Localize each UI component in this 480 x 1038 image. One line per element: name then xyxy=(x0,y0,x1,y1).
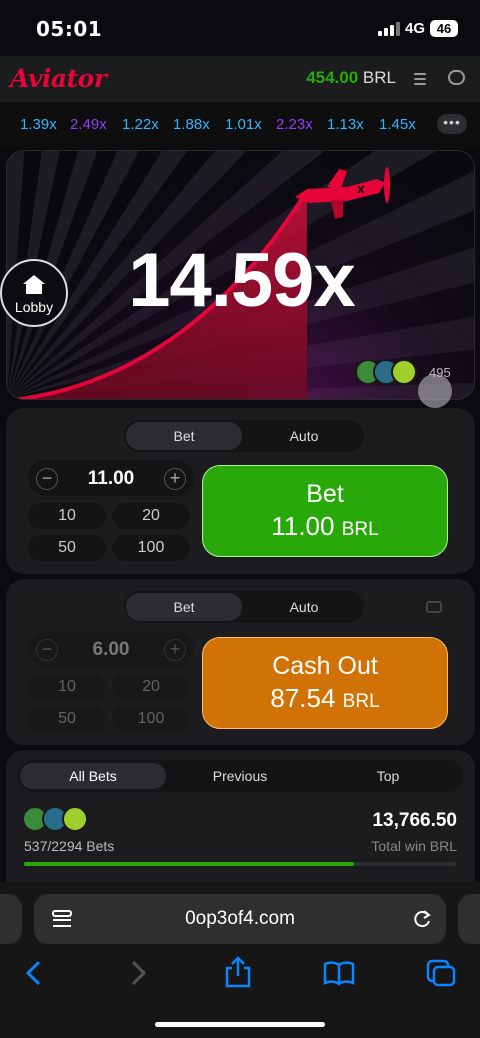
address-bar[interactable]: 0op3of4.com xyxy=(34,894,446,944)
total-win-label: Total win BRL xyxy=(371,838,457,854)
balance-amount: 454.00 xyxy=(306,68,359,87)
tab-auto[interactable]: Auto xyxy=(246,593,362,621)
tab-auto[interactable]: Auto xyxy=(246,422,362,450)
tab-bet[interactable]: Bet xyxy=(126,422,242,450)
share-icon[interactable] xyxy=(224,956,252,988)
multiplier-history: 1.39x 2.49x 1.22x 1.88x 1.01x 2.23x 1.13… xyxy=(0,102,480,148)
bettor-avatars xyxy=(22,806,88,834)
bets-tabs: All Bets Previous Top xyxy=(18,760,464,792)
network-label: 4G xyxy=(405,20,426,37)
svg-text:X: X xyxy=(357,185,365,196)
total-win: 13,766.50 xyxy=(372,810,457,831)
cash-out-currency: BRL xyxy=(342,691,380,712)
quick-amount-button[interactable]: 50 xyxy=(28,706,106,732)
bet-amount-stepper: − 6.00 + xyxy=(28,631,194,667)
app-header: Aviator 454.00 BRL xyxy=(0,56,480,102)
home-indicator xyxy=(155,1022,325,1027)
bet-amount-stepper: − 11.00 + xyxy=(28,460,194,496)
menu-icon[interactable] xyxy=(414,73,426,85)
quick-amount-button[interactable]: 10 xyxy=(28,503,106,529)
tab-all-bets[interactable]: All Bets xyxy=(20,763,166,789)
decrement-button[interactable]: − xyxy=(36,639,58,661)
bet-button-currency: BRL xyxy=(341,519,379,540)
panel-options-icon[interactable] xyxy=(426,601,442,613)
chat-icon[interactable] xyxy=(448,70,465,85)
quick-amount-button[interactable]: 50 xyxy=(28,535,106,561)
forward-icon[interactable] xyxy=(128,960,148,986)
cash-out-label: Cash Out xyxy=(272,652,378,680)
bet-panel-1: Bet Auto − 11.00 + 10 20 50 100 Bet 11.0… xyxy=(6,408,475,574)
history-multiplier: 1.39x xyxy=(20,116,57,133)
quick-amount-button[interactable]: 100 xyxy=(112,535,190,561)
home-icon xyxy=(23,275,45,294)
decrement-button[interactable]: − xyxy=(36,468,58,490)
player-avatars xyxy=(355,359,417,387)
status-time: 05:01 xyxy=(36,17,103,41)
history-multiplier: 2.49x xyxy=(70,116,107,133)
history-multiplier: 1.13x xyxy=(327,116,364,133)
bets-list: All Bets Previous Top 537/2294 Bets 13,7… xyxy=(6,750,475,890)
tab-bet[interactable]: Bet xyxy=(126,593,242,621)
bet-panel-2: Bet Auto − 6.00 + 10 20 50 100 Cash Out … xyxy=(6,579,475,745)
bets-count-label: Bets xyxy=(86,838,115,854)
quick-amount-button[interactable]: 100 xyxy=(112,706,190,732)
cash-out-amount: 87.54 xyxy=(270,683,336,713)
aviator-logo: Aviator xyxy=(10,64,107,93)
history-multiplier: 1.45x xyxy=(379,116,416,133)
current-multiplier: 14.59x xyxy=(128,238,355,323)
quick-amount-button[interactable]: 10 xyxy=(28,674,106,700)
tab-previous[interactable]: Previous xyxy=(166,763,314,789)
lobby-label: Lobby xyxy=(14,299,54,315)
increment-button[interactable]: + xyxy=(164,639,186,661)
next-tab-preview[interactable] xyxy=(458,894,480,944)
signal-icon xyxy=(378,22,400,36)
plane-icon: X xyxy=(295,167,390,219)
quick-amount-button[interactable]: 20 xyxy=(112,503,190,529)
balance-currency: BRL xyxy=(362,68,396,87)
bet-amount[interactable]: 11.00 xyxy=(68,468,154,490)
avatar xyxy=(62,806,88,832)
reload-icon[interactable] xyxy=(412,909,432,929)
tab-top[interactable]: Top xyxy=(314,763,462,789)
bookmarks-icon[interactable] xyxy=(323,960,355,986)
bet-button-label: Bet xyxy=(306,480,344,508)
bet-mode-tabs: Bet Auto xyxy=(124,591,364,623)
cash-out-button[interactable]: Cash Out 87.54 BRL xyxy=(202,637,448,729)
battery-icon: 46 xyxy=(430,20,458,37)
game-canvas: X 14.59x xyxy=(6,150,475,400)
bets-count-value: 537/2294 xyxy=(24,838,83,854)
status-bar: 05:01 4G 46 xyxy=(0,0,480,56)
back-icon[interactable] xyxy=(24,960,44,986)
previous-tab-preview[interactable] xyxy=(0,894,22,944)
bets-progress-fill xyxy=(24,862,355,866)
cash-out-amount-line: 87.54 BRL xyxy=(203,683,447,714)
balance: 454.00 BRL xyxy=(306,68,396,88)
history-more-button[interactable]: ••• xyxy=(437,114,467,134)
lobby-button[interactable]: Lobby xyxy=(0,259,68,327)
quick-amount-button[interactable]: 20 xyxy=(112,674,190,700)
tabs-icon[interactable] xyxy=(426,959,456,987)
increment-button[interactable]: + xyxy=(164,468,186,490)
url-text: 0op3of4.com xyxy=(185,908,295,929)
browser-toolbar: 0op3of4.com xyxy=(0,882,480,1038)
bet-amount[interactable]: 6.00 xyxy=(68,639,154,661)
history-multiplier: 1.88x xyxy=(173,116,210,133)
avatar xyxy=(391,359,417,385)
history-multiplier: 2.23x xyxy=(276,116,313,133)
bet-mode-tabs: Bet Auto xyxy=(124,420,364,452)
bet-button[interactable]: Bet 11.00 BRL xyxy=(202,465,448,557)
bet-button-amount-line: 11.00 BRL xyxy=(203,511,447,542)
history-multiplier: 1.22x xyxy=(122,116,159,133)
history-multiplier: 1.01x xyxy=(225,116,262,133)
bet-button-amount: 11.00 xyxy=(271,511,335,541)
bets-progress-bar xyxy=(24,862,456,866)
drag-handle[interactable] xyxy=(418,374,452,408)
bets-count: 537/2294 Bets xyxy=(24,838,114,854)
